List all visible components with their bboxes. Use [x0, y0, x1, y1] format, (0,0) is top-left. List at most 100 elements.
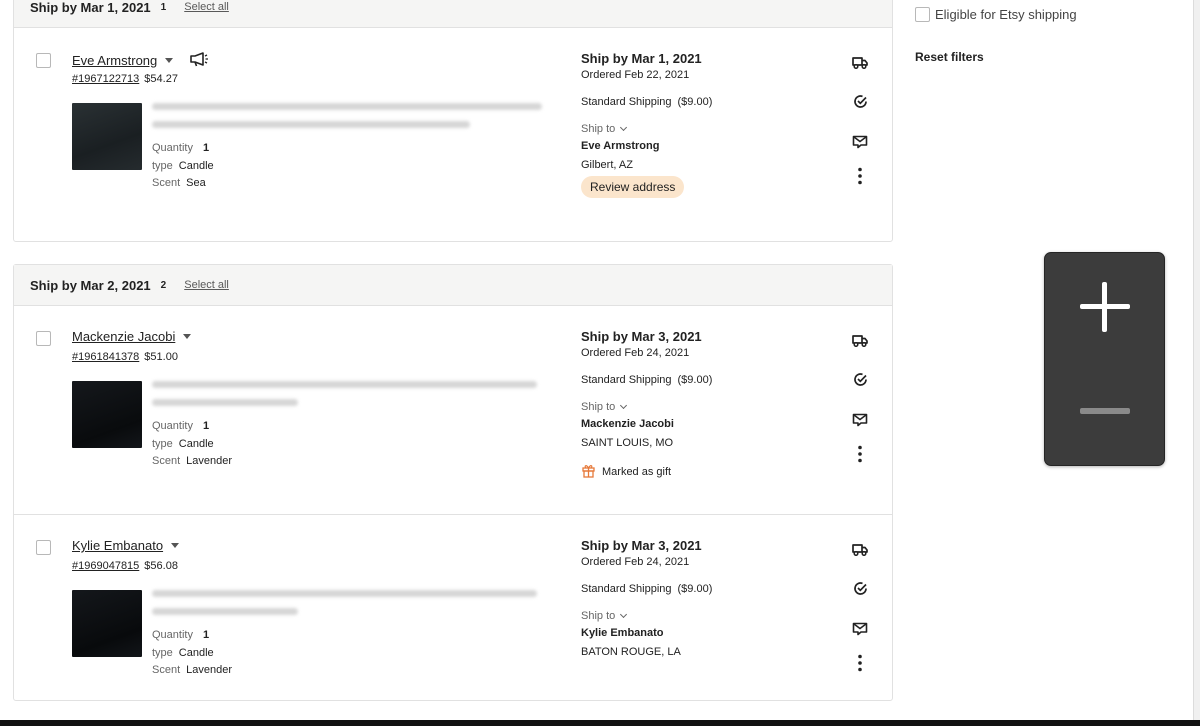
order-checkbox[interactable] — [36, 331, 51, 346]
shipping-info: Ship by Mar 3, 2021 Ordered Feb 24, 2021… — [581, 329, 831, 481]
eligible-etsy-shipping-label: Eligible for Etsy shipping — [935, 7, 1077, 22]
scrollbar[interactable] — [1193, 0, 1200, 726]
product-title-blurred — [152, 585, 547, 626]
review-address-badge[interactable]: Review address — [581, 176, 685, 198]
order-checkbox[interactable] — [36, 540, 51, 555]
select-all-link[interactable]: Select all — [184, 279, 229, 291]
recipient-address: Gilbert, AZ — [581, 159, 633, 171]
buyer-name-link[interactable]: Kylie Embanato — [72, 538, 163, 553]
order-row: Kylie Embanato #1969047815 $56.08 Quantit… — [14, 514, 892, 700]
recipient-name: Kylie Embanato — [581, 627, 664, 639]
order-info: #1969047815 $56.08 — [72, 560, 178, 572]
recipient-address: SAINT LOUIS, MO — [581, 437, 674, 449]
order-row: Mackenzie Jacobi #1961841378 $51.00 Quant… — [14, 306, 892, 514]
check-circle-icon[interactable] — [850, 369, 870, 389]
product-thumbnail[interactable] — [72, 103, 142, 170]
ship-to-label: Ship to — [581, 610, 616, 622]
type-value: Candle — [178, 159, 214, 172]
product-thumbnail[interactable] — [72, 590, 142, 657]
type-value: Candle — [178, 437, 214, 450]
ship-to-label: Ship to — [581, 123, 616, 135]
order-price: $54.27 — [144, 73, 178, 85]
more-vertical-icon[interactable] — [850, 444, 870, 464]
recipient-name: Mackenzie Jacobi — [581, 418, 674, 430]
zoom-in-icon[interactable] — [1080, 282, 1130, 332]
group-count: 2 — [160, 279, 167, 291]
gift-marker: Marked as gift — [581, 463, 831, 481]
message-icon[interactable] — [850, 619, 870, 639]
group-header: Ship by Mar 2, 2021 2 Select all — [14, 265, 892, 306]
eligible-etsy-shipping-filter[interactable]: Eligible for Etsy shipping — [915, 7, 1077, 22]
product-attributes: Quantity 1 type Candle Scent Sea — [152, 140, 214, 193]
eligible-etsy-shipping-checkbox[interactable] — [915, 7, 930, 22]
order-checkbox[interactable] — [36, 53, 51, 68]
order-number-link[interactable]: #1961841378 — [72, 351, 139, 363]
reset-filters-button[interactable]: Reset filters — [915, 50, 984, 64]
order-group-mar-2: Ship by Mar 2, 2021 2 Select all Mackenz… — [13, 264, 893, 701]
ship-to-toggle[interactable]: Ship to — [581, 610, 831, 622]
type-value: Candle — [178, 646, 214, 659]
truck-icon[interactable] — [850, 52, 870, 72]
gift-icon — [581, 463, 602, 481]
truck-icon[interactable] — [850, 539, 870, 559]
quantity-value: 1 — [202, 420, 210, 432]
order-price: $56.08 — [144, 560, 178, 572]
shipping-method-name: Standard Shipping — [581, 583, 672, 595]
ship-to-toggle[interactable]: Ship to — [581, 401, 831, 413]
quantity-label: Quantity — [152, 420, 193, 432]
buyer-dropdown-icon[interactable] — [165, 58, 174, 63]
ordered-date: Ordered Feb 24, 2021 — [581, 347, 690, 359]
shipping-info: Ship by Mar 1, 2021 Ordered Feb 22, 2021… — [581, 51, 831, 198]
gift-label: Marked as gift — [602, 466, 672, 478]
scent-value: Sea — [186, 177, 206, 189]
more-vertical-icon[interactable] — [850, 166, 870, 186]
select-all-link[interactable]: Select all — [184, 1, 229, 13]
chevron-down-icon — [620, 610, 628, 619]
more-vertical-icon[interactable] — [850, 653, 870, 673]
buyer-name-link[interactable]: Mackenzie Jacobi — [72, 329, 175, 344]
message-icon[interactable] — [850, 132, 870, 152]
buyer-name-link[interactable]: Eve Armstrong — [72, 53, 157, 68]
ship-to-label: Ship to — [581, 401, 616, 413]
shipping-cost: ($9.00) — [677, 96, 713, 108]
order-number-link[interactable]: #1969047815 — [72, 560, 139, 572]
type-label: type — [152, 437, 173, 450]
ship-to-toggle[interactable]: Ship to — [581, 123, 831, 135]
shipping-method-name: Standard Shipping — [581, 96, 672, 108]
product-attributes: Quantity 1 type Candle Scent Lavender — [152, 627, 232, 680]
ordered-date: Ordered Feb 22, 2021 — [581, 69, 690, 81]
buyer-dropdown-icon[interactable] — [171, 543, 180, 548]
group-count: 1 — [160, 1, 167, 13]
buyer: Eve Armstrong — [72, 51, 209, 70]
message-icon[interactable] — [850, 410, 870, 430]
order-price: $51.00 — [144, 351, 178, 363]
quantity-value: 1 — [202, 629, 210, 641]
buyer-dropdown-icon[interactable] — [183, 334, 192, 339]
group-title: Ship by Mar 2, 2021 — [30, 277, 151, 293]
product-thumbnail[interactable] — [72, 381, 142, 448]
buyer: Mackenzie Jacobi — [72, 329, 192, 344]
group-title: Ship by Mar 1, 2021 — [30, 0, 151, 15]
order-number-link[interactable]: #1967122713 — [72, 73, 139, 85]
chevron-down-icon — [620, 123, 628, 132]
check-circle-icon[interactable] — [850, 91, 870, 111]
scent-label: Scent — [152, 177, 181, 189]
buyer: Kylie Embanato — [72, 538, 180, 553]
ship-by-date: Ship by Mar 3, 2021 — [581, 329, 702, 344]
order-group-mar-1: Ship by Mar 1, 2021 1 Select all Eve Arm… — [13, 0, 893, 242]
zoom-out-icon[interactable] — [1080, 408, 1130, 414]
megaphone-icon[interactable] — [189, 51, 209, 70]
order-row: Eve Armstrong #1967122713 $54.27 Quantity… — [14, 28, 892, 241]
scent-label: Scent — [152, 664, 181, 676]
shipping-cost: ($9.00) — [677, 374, 713, 386]
truck-icon[interactable] — [850, 330, 870, 350]
quantity-label: Quantity — [152, 629, 193, 641]
bottom-edge — [0, 720, 1200, 726]
check-circle-icon[interactable] — [850, 578, 870, 598]
chevron-down-icon — [620, 401, 628, 410]
recipient-name: Eve Armstrong — [581, 140, 660, 152]
quantity-value: 1 — [202, 142, 210, 154]
zoom-control — [1044, 252, 1165, 466]
recipient-address: BATON ROUGE, LA — [581, 646, 681, 658]
shipping-info: Ship by Mar 3, 2021 Ordered Feb 24, 2021… — [581, 538, 831, 658]
